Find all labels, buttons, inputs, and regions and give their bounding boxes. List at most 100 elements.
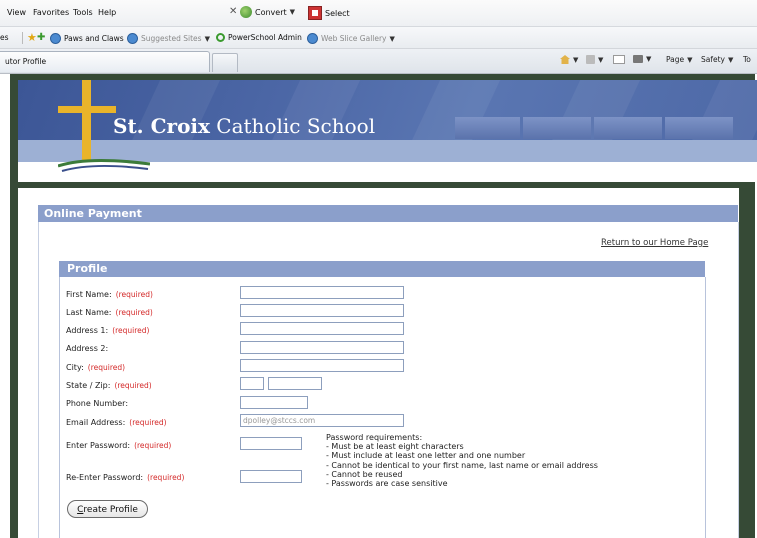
menu-tools[interactable]: Tools [73, 8, 93, 17]
close-icon[interactable]: ✕ [229, 6, 237, 17]
favorites-partial-label: es [0, 33, 9, 42]
ie-plus-icon [127, 33, 138, 44]
select-label: Select [325, 8, 350, 18]
chevron-down-icon: ▼ [598, 55, 604, 64]
last-name-input[interactable] [240, 304, 404, 317]
separator [22, 32, 23, 44]
add-favorite-icon[interactable]: ✚ [37, 33, 45, 43]
ie-icon [307, 33, 318, 44]
favorite-paws-and-claws[interactable]: Paws and Claws [50, 33, 124, 44]
city-label: City: (required) [66, 363, 126, 372]
phone-input[interactable] [240, 396, 308, 409]
print-button[interactable]: ▼ [633, 55, 651, 63]
create-profile-button[interactable]: Create Profile [67, 500, 148, 518]
chevron-down-icon: ▼ [204, 34, 210, 43]
reenter-password-input[interactable] [240, 470, 302, 483]
banner-nav-tab[interactable] [523, 117, 591, 139]
address2-input[interactable] [240, 341, 404, 354]
school-name-rest: Catholic School [209, 114, 376, 138]
address1-label: Address 1: (required) [66, 326, 150, 335]
mail-button[interactable] [613, 55, 625, 64]
favorites-star-icon[interactable]: ★ [27, 32, 37, 43]
ie-icon [50, 33, 61, 44]
button-label: reate Profile [83, 505, 138, 515]
menu-favorites[interactable]: Favorites [33, 8, 69, 17]
last-name-label: Last Name: (required) [66, 308, 153, 317]
powerschool-icon [216, 33, 225, 42]
required-marker: (required) [114, 381, 152, 390]
first-name-input[interactable] [240, 286, 404, 299]
password-label: Enter Password: (required) [66, 441, 172, 450]
cross-logo-vertical [82, 80, 91, 162]
city-input[interactable] [240, 359, 404, 372]
safety-menu[interactable]: Safety ▼ [701, 55, 733, 64]
banner-nav-tab[interactable] [594, 117, 662, 139]
page-menu-label: Page [666, 55, 685, 64]
required-marker: (required) [112, 326, 150, 335]
online-payment-title: Online Payment [44, 207, 142, 220]
banner-nav-tab[interactable] [665, 117, 733, 139]
school-name: St. Croix Catholic School [113, 114, 375, 138]
feed-icon [586, 55, 595, 64]
required-marker: (required) [115, 308, 153, 317]
zip-input[interactable] [268, 377, 322, 390]
favorite-suggested-sites[interactable]: Suggested Sites ▼ [127, 33, 210, 44]
select-icon [308, 6, 322, 20]
state-zip-label: State / Zip: (required) [66, 381, 152, 390]
safety-menu-label: Safety [701, 55, 725, 64]
favorite-web-slice-gallery[interactable]: Web Slice Gallery ▼ [307, 33, 395, 44]
address2-label: Address 2: [66, 344, 109, 353]
chevron-down-icon: ▼ [573, 55, 579, 64]
print-icon [633, 55, 643, 63]
favorite-label: Suggested Sites [141, 34, 202, 43]
email-label: Email Address: (required) [66, 418, 167, 427]
chevron-down-icon: ▼ [289, 8, 296, 16]
banner-nav-tab[interactable] [455, 117, 520, 139]
chevron-down-icon: ▼ [389, 34, 395, 43]
browser-chrome: View Favorites Tools Help ✕ Convert ▼ Se… [0, 0, 757, 74]
convert-label: Convert [255, 7, 287, 17]
favorite-label: PowerSchool Admin [228, 33, 302, 42]
password-input[interactable] [240, 437, 302, 450]
reenter-password-label: Re-Enter Password: (required) [66, 473, 185, 482]
profile-header: Profile [59, 261, 705, 277]
tools-menu-label: To [743, 55, 751, 64]
tab-title: utor Profile [5, 57, 47, 66]
new-tab-button[interactable] [212, 53, 238, 72]
required-marker: (required) [134, 441, 172, 450]
favorite-label: Web Slice Gallery [321, 34, 387, 43]
profile-title: Profile [67, 262, 108, 275]
favorites-bar: es ★ ✚ Paws and Claws Suggested Sites ▼ … [0, 27, 757, 49]
required-marker: (required) [147, 473, 185, 482]
tools-menu[interactable]: To [743, 55, 751, 64]
favorite-powerschool-admin[interactable]: PowerSchool Admin [216, 33, 302, 42]
chevron-down-icon: ▼ [646, 55, 652, 63]
email-input[interactable] [240, 414, 404, 427]
menu-help[interactable]: Help [98, 8, 116, 17]
home-button[interactable]: ▼ [560, 55, 578, 64]
select-button[interactable]: Select [308, 6, 350, 20]
mail-icon [613, 55, 625, 64]
address1-input[interactable] [240, 322, 404, 335]
required-marker: (required) [115, 290, 153, 299]
menu-view[interactable]: View [7, 8, 26, 17]
required-marker: (required) [87, 363, 126, 372]
home-icon [560, 55, 570, 64]
first-name-label: First Name: (required) [66, 290, 153, 299]
school-name-bold: St. Croix [113, 114, 210, 138]
page-menu[interactable]: Page ▼ [666, 55, 693, 64]
convert-icon [240, 6, 252, 18]
cross-logo-horizontal [58, 106, 116, 113]
chevron-down-icon: ▼ [687, 55, 693, 64]
feeds-button[interactable]: ▼ [586, 55, 603, 64]
tab-profile[interactable]: utor Profile [0, 51, 210, 72]
convert-button[interactable]: Convert ▼ [240, 6, 295, 18]
return-home-link[interactable]: Return to our Home Page [601, 238, 708, 248]
logo-wave [58, 158, 150, 172]
chevron-down-icon: ▼ [728, 55, 734, 64]
favorite-label: Paws and Claws [64, 34, 124, 43]
phone-label: Phone Number: [66, 399, 129, 408]
menu-bar: View Favorites Tools Help ✕ Convert ▼ Se… [0, 0, 757, 27]
required-marker: (required) [129, 418, 167, 427]
state-input[interactable] [240, 377, 264, 390]
